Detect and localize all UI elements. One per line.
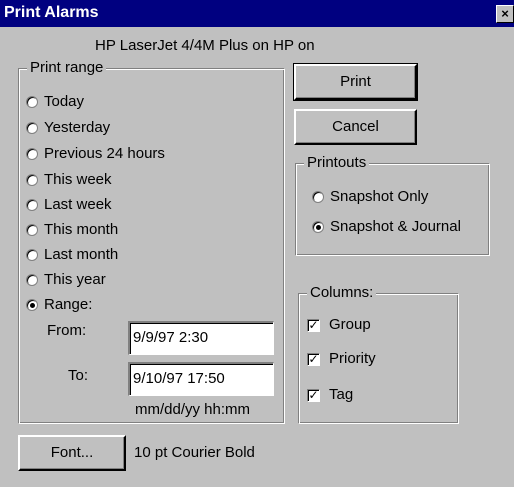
close-icon[interactable]: × (496, 5, 514, 23)
font-description: 10 pt Courier Bold (134, 444, 255, 461)
radio-button-icon (26, 224, 38, 236)
printouts-group: Printouts (295, 154, 490, 256)
radio-button-selected-icon (312, 221, 324, 233)
checkbox-label: Group (329, 316, 371, 333)
radio-button-icon (26, 122, 38, 134)
radio-button-icon (26, 148, 38, 160)
from-label: From: (47, 322, 87, 339)
radio-button-icon (26, 199, 38, 211)
print-button[interactable]: Print (293, 63, 418, 101)
title-bar: Print Alarms × (0, 0, 514, 27)
date-format-hint: mm/dd/yy hh:mm (135, 401, 251, 418)
radio-label: This week (44, 171, 112, 188)
radio-label: Previous 24 hours (44, 145, 165, 162)
to-date-input[interactable]: 9/10/97 17:50 (128, 362, 274, 396)
radio-label: Snapshot Only (330, 188, 429, 205)
radio-label: This month (44, 221, 119, 238)
checkbox-label: Priority (329, 350, 376, 367)
checkbox-checked-icon: ✓ (307, 388, 320, 402)
columns-group: Columns: (298, 284, 459, 424)
printouts-legend: Printouts (304, 154, 370, 171)
columns-legend: Columns: (307, 284, 377, 301)
radio-button-icon (26, 249, 38, 261)
radio-label: Snapshot & Journal (330, 218, 461, 235)
radio-button-selected-icon (26, 299, 38, 311)
radio-label: Last week (44, 196, 112, 213)
checkbox-checked-icon: ✓ (307, 352, 320, 366)
radio-label: Today (44, 93, 85, 110)
from-date-input[interactable]: 9/9/97 2:30 (128, 321, 274, 355)
print-range-legend: Print range (27, 59, 107, 76)
font-button[interactable]: Font... (18, 435, 126, 471)
to-label: To: (68, 367, 89, 384)
window-title: Print Alarms (4, 4, 99, 21)
radio-label: Last month (44, 246, 119, 263)
radio-button-icon (26, 274, 38, 286)
checkbox-checked-icon: ✓ (307, 318, 320, 332)
printer-name: HP LaserJet 4/4M Plus on HP on (95, 37, 315, 54)
radio-label: This year (44, 271, 106, 288)
radio-button-icon (312, 191, 324, 203)
radio-label: Range: (44, 296, 93, 313)
radio-label: Yesterday (44, 119, 111, 136)
radio-button-icon (26, 174, 38, 186)
radio-button-icon (26, 96, 38, 108)
cancel-button[interactable]: Cancel (294, 109, 417, 145)
checkbox-label: Tag (329, 386, 354, 403)
